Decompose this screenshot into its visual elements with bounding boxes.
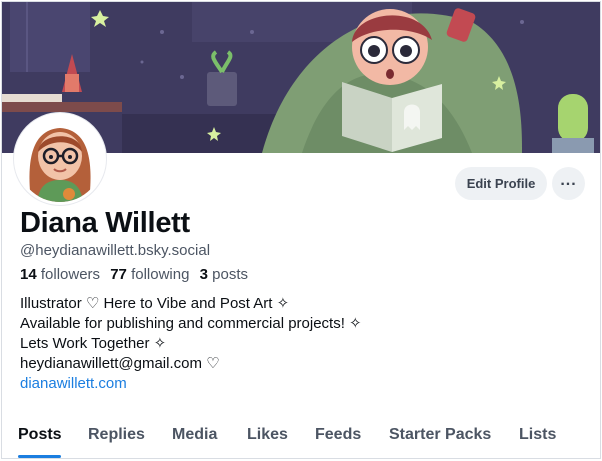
website-link[interactable]: dianawillett.com xyxy=(20,374,362,394)
profile-page: Edit Profile ... Diana Willett @heydiana… xyxy=(1,1,601,459)
tab-lists[interactable]: Lists xyxy=(519,426,556,444)
ellipsis-horizontal-icon: ... xyxy=(560,171,577,189)
tab-starter-packs[interactable]: Starter Packs xyxy=(389,426,491,444)
more-options-button[interactable]: ... xyxy=(552,167,585,200)
following-count: 77 xyxy=(110,266,127,283)
bio-line: heydianawillett@gmail.com ♡ xyxy=(20,355,220,372)
posts-label: posts xyxy=(212,266,248,283)
tab-likes[interactable]: Likes xyxy=(247,426,288,444)
posts-count: 3 xyxy=(199,266,208,283)
bio-line: Lets Work Together ✧ xyxy=(20,335,167,352)
edit-profile-button[interactable]: Edit Profile xyxy=(455,167,547,200)
active-tab-indicator xyxy=(18,455,61,458)
bio-line: Available for publishing and commercial … xyxy=(20,315,362,332)
followers-link[interactable]: 14 followers xyxy=(20,266,100,283)
profile-name: Diana Willett xyxy=(20,207,190,239)
tab-posts[interactable]: Posts xyxy=(18,426,62,444)
profile-handle: @heydianawillett.bsky.social xyxy=(20,242,211,259)
profile-tabs: Posts Replies Media Likes Feeds Starter … xyxy=(2,414,600,458)
profile-stats: 14 followers 77 following 3 posts xyxy=(20,266,254,283)
tab-replies[interactable]: Replies xyxy=(88,426,145,444)
following-link[interactable]: 77 following xyxy=(110,266,189,283)
tab-feeds[interactable]: Feeds xyxy=(315,426,361,444)
following-label: following xyxy=(131,266,190,283)
avatar-illustration xyxy=(17,116,103,202)
profile-bio: Illustrator ♡ Here to Vibe and Post Art … xyxy=(20,294,362,394)
tab-media[interactable]: Media xyxy=(172,426,217,444)
bio-line: Illustrator ♡ Here to Vibe and Post Art … xyxy=(20,295,290,312)
posts-stat: 3 posts xyxy=(200,266,248,283)
followers-count: 14 xyxy=(20,266,37,283)
followers-label: followers xyxy=(40,266,101,283)
avatar[interactable] xyxy=(14,113,106,205)
